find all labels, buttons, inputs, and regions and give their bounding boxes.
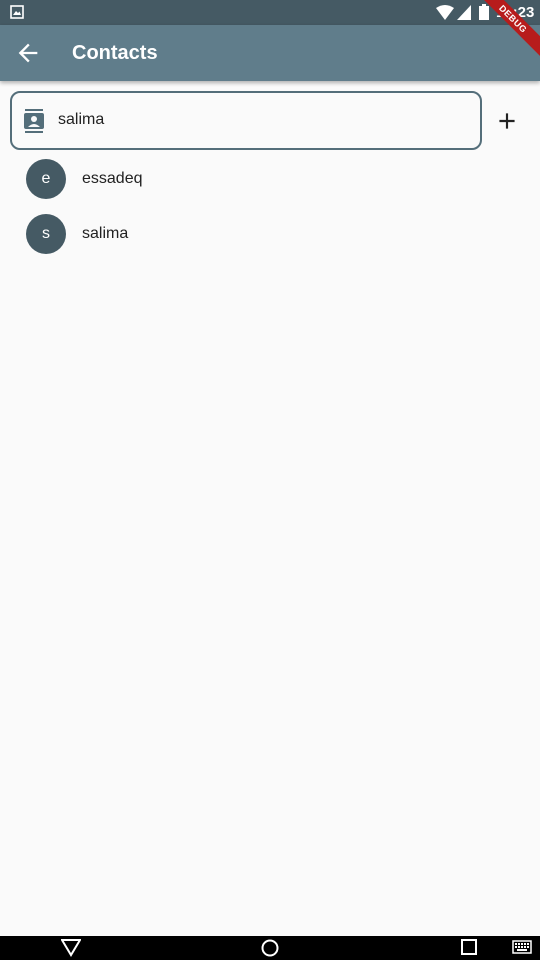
avatar: e xyxy=(26,159,66,199)
signal-icon xyxy=(457,5,471,20)
battery-icon xyxy=(479,4,489,20)
wifi-icon xyxy=(436,5,454,20)
back-triangle-icon[interactable] xyxy=(61,939,81,957)
recents-square-icon[interactable] xyxy=(461,939,477,955)
avatar: s xyxy=(26,214,66,254)
app-bar: Contacts xyxy=(0,25,540,81)
contact-search-input[interactable]: salima xyxy=(10,91,482,150)
plus-icon[interactable] xyxy=(494,108,520,134)
contacts-icon xyxy=(24,109,44,133)
page-title: Contacts xyxy=(72,42,158,64)
contact-name: essadeq xyxy=(82,170,143,187)
contact-name: salima xyxy=(82,225,129,242)
home-circle-icon[interactable] xyxy=(261,939,279,957)
status-bar: 10:23 xyxy=(0,0,540,25)
keyboard-icon[interactable] xyxy=(512,939,532,955)
image-icon xyxy=(10,5,24,19)
search-value: salima xyxy=(58,111,105,128)
contact-list-item[interactable]: s salima xyxy=(0,206,540,262)
system-nav-bar xyxy=(0,936,540,960)
contact-list-item[interactable]: e essadeq xyxy=(0,151,540,207)
arrow-back-icon[interactable] xyxy=(14,39,42,67)
